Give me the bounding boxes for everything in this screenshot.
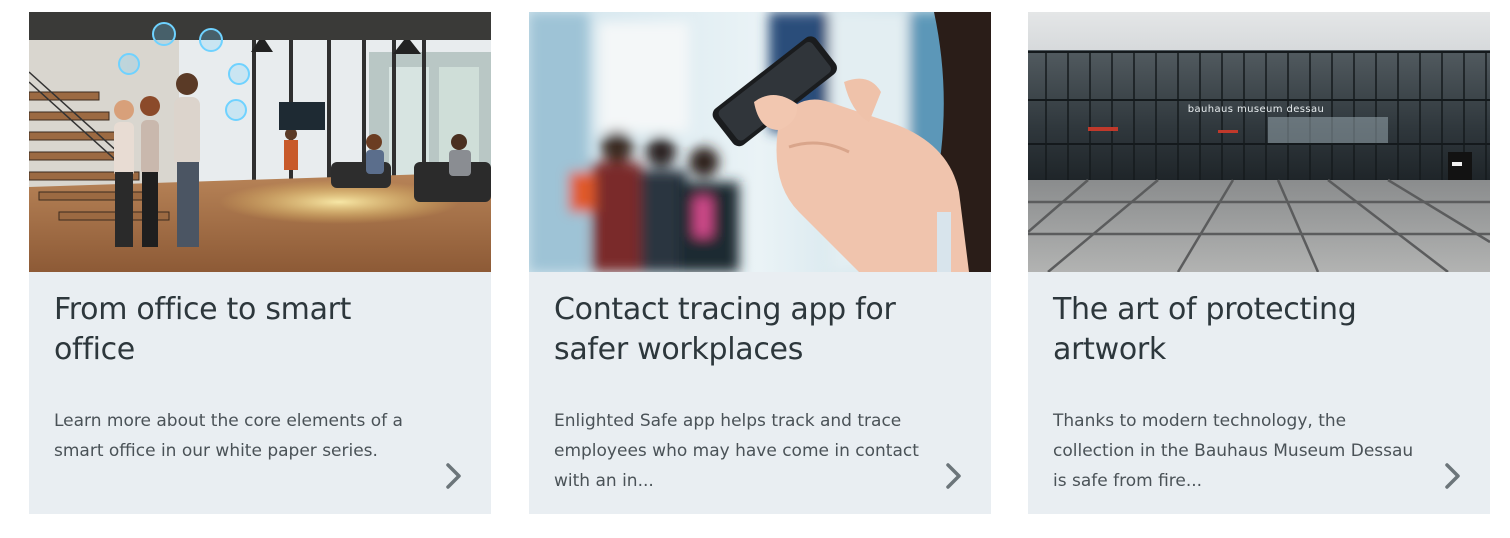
museum-sign: bauhaus museum dessau (1188, 104, 1325, 115)
teaser-card-protecting-artwork[interactable]: bauhaus museum dessau The art of protect… (1028, 12, 1490, 514)
chevron-right-icon[interactable] (1438, 460, 1468, 492)
smart-office-photo (29, 12, 491, 272)
card-description: Enlighted Safe app helps track and trace… (554, 411, 919, 491)
card-title[interactable]: From office to smart office (54, 290, 434, 370)
card-title[interactable]: The art of protecting artwork (1053, 290, 1433, 370)
card-description: Learn more about the core elements of a … (54, 411, 403, 461)
card-description: Thanks to modern technology, the collect… (1053, 411, 1414, 491)
chevron-right-icon[interactable] (939, 460, 969, 492)
teaser-card-grid: From office to smart office Learn more a… (0, 0, 1510, 538)
teaser-card-contact-tracing[interactable]: Contact tracing app for safer workplaces… (529, 12, 991, 514)
teaser-card-smart-office[interactable]: From office to smart office Learn more a… (29, 12, 491, 514)
phone-in-train-photo (529, 12, 991, 272)
card-title[interactable]: Contact tracing app for safer workplaces (554, 290, 934, 370)
chevron-right-icon[interactable] (439, 460, 469, 492)
bauhaus-museum-photo: bauhaus museum dessau (1028, 12, 1490, 272)
